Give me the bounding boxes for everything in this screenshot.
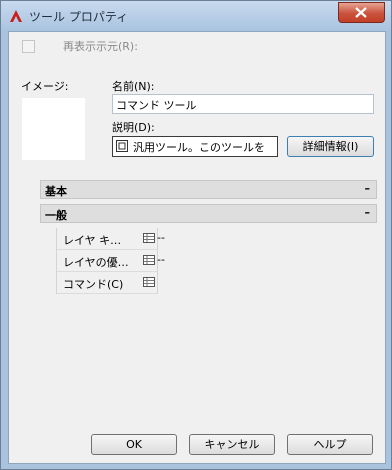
collapse-toggle[interactable]: – (365, 182, 371, 195)
section-header-basic[interactable]: 基本 – (40, 180, 377, 199)
name-field[interactable]: コマンド ツール (112, 94, 374, 114)
property-grid: レイヤ キ… レイヤの優… コマンド(C) (56, 228, 158, 294)
property-name: レイヤ キ… (63, 234, 122, 247)
collapse-toggle[interactable]: – (365, 206, 371, 219)
name-label: 名前(N): (112, 80, 155, 93)
description-text: 汎用ツール。このツールを (133, 141, 265, 154)
property-name: レイヤの優… (63, 256, 129, 269)
section-title: 一般 (45, 209, 67, 222)
refresh-checkbox[interactable] (22, 40, 35, 53)
title-bar[interactable]: ツール プロパティ (1, 1, 391, 31)
property-value-icon[interactable] (143, 255, 155, 265)
property-value[interactable]: -- (157, 231, 165, 244)
section-header-general[interactable]: 一般 – (40, 204, 377, 223)
dialog-client-area: 再表示示元(R): イメージ: 名前(N): コマンド ツール 説明(D): 汎… (8, 31, 386, 464)
property-row[interactable]: コマンド(C) (57, 272, 157, 294)
dialog-window: ツール プロパティ 再表示示元(R): イメージ: 名前(N): コマンド ツー… (0, 0, 392, 470)
property-row[interactable]: レイヤ キ… (57, 228, 157, 250)
window-title: ツール プロパティ (29, 10, 129, 24)
section-title: 基本 (45, 185, 67, 198)
image-label: イメージ: (21, 80, 69, 93)
cancel-button[interactable]: キャンセル (189, 434, 275, 455)
autocad-app-icon (9, 9, 23, 23)
property-name: コマンド(C) (63, 278, 124, 291)
property-value[interactable]: -- (157, 253, 165, 266)
close-icon (355, 7, 367, 18)
description-field[interactable]: 汎用ツール。このツールを (112, 136, 278, 157)
details-button[interactable]: 詳細情報(I) (287, 136, 374, 157)
property-value-icon[interactable] (143, 277, 155, 287)
property-value-icon[interactable] (143, 233, 155, 243)
edit-text-icon (116, 140, 128, 152)
help-button[interactable]: ヘルプ (287, 434, 373, 455)
description-label: 説明(D): (112, 121, 155, 134)
ok-button[interactable]: OK (91, 434, 177, 455)
property-row[interactable]: レイヤの優… (57, 250, 157, 272)
refresh-checkbox-label: 再表示示元(R): (63, 40, 138, 53)
image-preview[interactable] (22, 98, 85, 160)
close-button[interactable] (338, 2, 385, 23)
